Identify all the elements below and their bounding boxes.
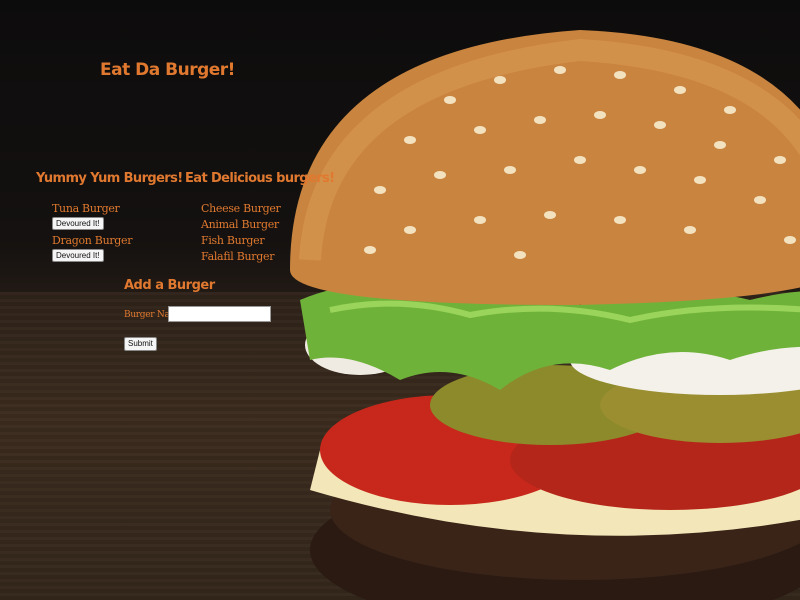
background-photo	[0, 0, 800, 600]
uneaten-heading: Yummy Yum Burgers!	[36, 171, 183, 186]
devoured-it-button[interactable]: Devoured It!	[52, 217, 104, 230]
burger-name: Tuna Burger	[52, 202, 120, 215]
burger-name: Animal Burger	[201, 218, 279, 231]
eaten-burgers-section: Eat Delicious burgers! Cheese Burger Ani…	[185, 171, 335, 266]
devoured-it-button[interactable]: Devoured It!	[52, 249, 104, 262]
list-item: Falafil Burger	[201, 250, 335, 266]
list-item: Tuna Burger Devoured It!	[52, 202, 183, 230]
uneaten-burger-list: Tuna Burger Devoured It! Dragon Burger D…	[52, 202, 183, 262]
uneaten-burgers-section: Yummy Yum Burgers! Tuna Burger Devoured …	[36, 171, 183, 266]
burger-name-input[interactable]	[168, 306, 271, 322]
eaten-heading: Eat Delicious burgers!	[185, 171, 335, 186]
burger-name: Dragon Burger	[52, 234, 133, 247]
list-item: Cheese Burger	[201, 202, 335, 218]
burger-name: Cheese Burger	[201, 202, 281, 215]
add-burger-heading: Add a Burger	[124, 278, 215, 293]
list-item: Fish Burger	[201, 234, 335, 250]
burger-photo	[290, 30, 800, 600]
burger-name: Falafil Burger	[201, 250, 275, 263]
eaten-burger-list: Cheese Burger Animal Burger Fish Burger …	[201, 202, 335, 266]
list-item: Dragon Burger Devoured It!	[52, 234, 183, 262]
submit-button[interactable]: Submit	[124, 337, 157, 351]
page-title: Eat Da Burger!	[100, 60, 235, 80]
list-item: Animal Burger	[201, 218, 335, 234]
burger-name: Fish Burger	[201, 234, 265, 247]
